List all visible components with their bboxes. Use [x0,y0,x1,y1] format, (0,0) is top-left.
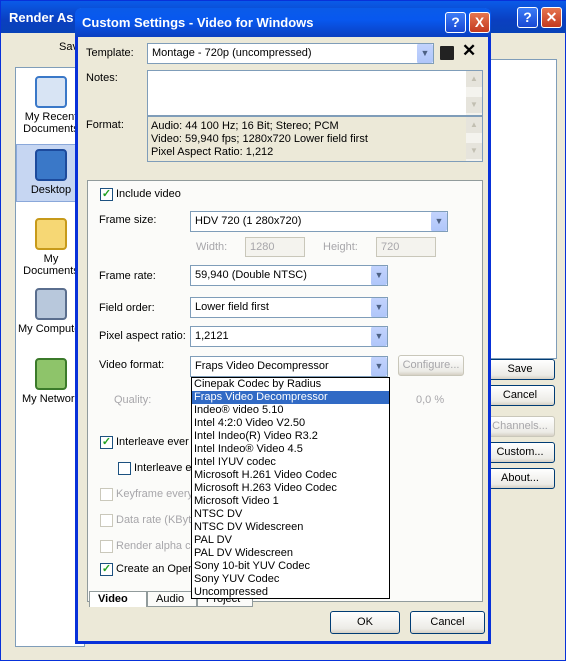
format-scrollbar[interactable]: ▲ ▼ [466,117,482,161]
about-button[interactable]: About... [485,468,555,489]
list-item[interactable]: NTSC DV Widescreen [192,521,389,534]
width-label: Width: [196,241,228,253]
delete-template-icon[interactable]: ✕ [462,41,476,61]
video-format-label: Video format: [99,359,165,371]
render-alpha-label: Render alpha c [116,540,191,552]
interleave-label: Interleave ever [116,436,189,448]
close-icon[interactable]: ✕ [541,7,562,28]
chevron-down-icon: ▼ [370,327,387,346]
configure-button[interactable]: Configure... [398,355,464,376]
save-button[interactable]: Save [485,359,555,380]
custom-settings-dialog: Custom Settings - Video for Windows ? X … [75,8,491,644]
format-field: Audio: 44 100 Hz; 16 Bit; Stereo; PCM Vi… [147,116,483,162]
template-select[interactable]: Montage - 720p (uncompressed) ▼ [147,43,434,64]
height-label: Height: [323,241,358,253]
dialog-title: Custom Settings - Video for Windows [75,8,491,37]
frame-size-select[interactable]: HDV 720 (1 280x720) ▼ [190,211,448,232]
list-item[interactable]: Intel Indeo® Video 4.5 [192,443,389,456]
field-order-select[interactable]: Lower field first ▼ [190,297,388,318]
bg-cancel-button[interactable]: Cancel [485,385,555,406]
chevron-down-icon: ▼ [370,266,387,285]
chevron-down-icon: ▼ [416,44,433,63]
channels-button[interactable]: Channels... [485,416,555,437]
list-item[interactable]: Microsoft H.263 Video Codec [192,482,389,495]
ok-button[interactable]: OK [330,611,400,634]
video-format-dropdown[interactable]: Cinepak Codec by Radius Fraps Video Deco… [191,377,390,599]
template-label: Template: [86,47,134,59]
notes-label: Notes: [86,72,118,84]
list-item[interactable]: Cinepak Codec by Radius [192,378,389,391]
include-video-label: Include video [116,188,181,200]
chevron-down-icon: ▼ [430,212,447,231]
interleave2-checkbox[interactable] [118,462,131,475]
list-item[interactable]: Microsoft Video 1 [192,495,389,508]
interleave2-label: Interleave e [134,462,192,474]
list-item[interactable]: Intel 4:2:0 Video V2.50 [192,417,389,430]
pixel-aspect-select[interactable]: 1,2121 ▼ [190,326,388,347]
width-input[interactable]: 1280 [245,237,305,257]
folder-icon [35,218,67,250]
keyframe-checkbox[interactable] [100,488,113,501]
close-icon[interactable]: X [469,12,490,33]
list-item[interactable]: Intel Indeo(R) Video R3.2 [192,430,389,443]
chevron-down-icon: ▼ [370,298,387,317]
list-item[interactable]: Uncompressed [192,586,389,599]
render-alpha-checkbox[interactable] [100,540,113,553]
datarate-checkbox[interactable] [100,514,113,527]
list-item[interactable]: PAL DV Widescreen [192,547,389,560]
video-format-select[interactable]: Fraps Video Decompressor ▼ [190,356,388,377]
list-item[interactable]: Microsoft H.261 Video Codec [192,469,389,482]
list-item[interactable]: NTSC DV [192,508,389,521]
frame-rate-label: Frame rate: [99,270,156,282]
list-item[interactable]: PAL DV [192,534,389,547]
frame-rate-select[interactable]: 59,940 (Double NTSC) ▼ [190,265,388,286]
list-item[interactable]: Intel IYUV codec [192,456,389,469]
list-item-selected[interactable]: Fraps Video Decompressor [192,391,389,404]
list-item[interactable]: Sony 10-bit YUV Codec [192,560,389,573]
keyframe-label: Keyframe every [116,488,194,500]
quality-label: Quality: [114,394,152,406]
interleave-checkbox[interactable]: ✓ [100,436,113,449]
notes-scrollbar[interactable]: ▲ ▼ [466,71,482,115]
field-order-label: Field order: [99,302,155,314]
help-icon[interactable]: ? [517,7,538,28]
tab-video[interactable]: Video [89,591,147,607]
help-icon[interactable]: ? [445,12,466,33]
create-label: Create an Open [116,563,195,575]
frame-size-label: Frame size: [99,214,157,226]
quality-value: 0,0 % [416,394,445,406]
custom-button[interactable]: Custom... [485,442,555,463]
pixel-aspect-label: Pixel aspect ratio: [99,330,186,342]
chevron-down-icon: ▼ [370,357,387,376]
computer-icon [35,288,67,320]
cancel-button[interactable]: Cancel [410,611,485,634]
include-video-checkbox[interactable]: ✓ [100,188,113,201]
notes-field[interactable]: ▲ ▼ [147,70,483,116]
format-label: Format: [86,119,124,131]
network-icon [35,358,67,390]
list-item[interactable]: Indeo® video 5.10 [192,404,389,417]
datarate-label: Data rate (KByt [116,514,192,526]
tab-audio[interactable]: Audio [147,591,197,607]
create-checkbox[interactable]: ✓ [100,563,113,576]
list-item[interactable]: Sony YUV Codec [192,573,389,586]
desktop-icon [35,149,67,181]
recent-documents-icon [35,76,67,108]
save-template-icon[interactable] [440,46,454,60]
height-input[interactable]: 720 [376,237,436,257]
